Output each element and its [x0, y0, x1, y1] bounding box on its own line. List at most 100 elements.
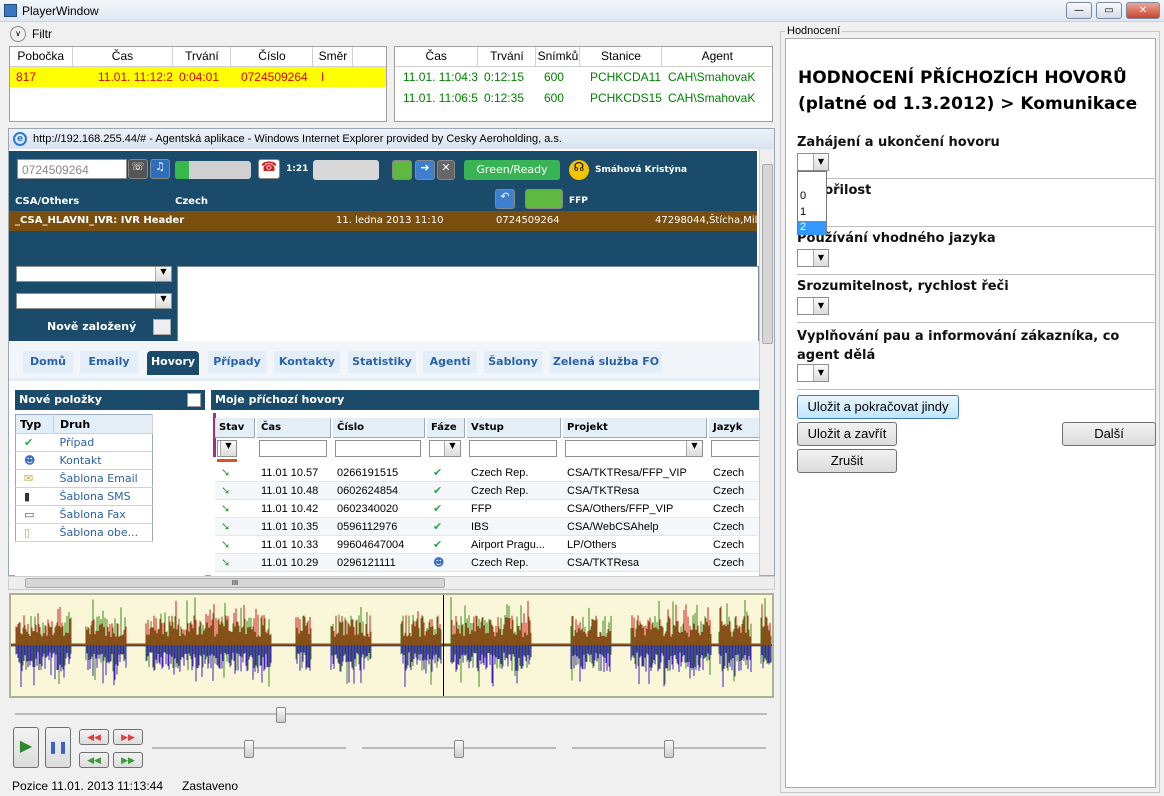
- tab-3[interactable]: Hovory: [147, 351, 199, 375]
- dialpad-button[interactable]: ☏: [128, 159, 148, 179]
- tab-7[interactable]: Agenti: [423, 351, 477, 373]
- slider-thumb[interactable]: [664, 740, 674, 758]
- tab-6[interactable]: Statistiky: [348, 351, 416, 373]
- phone-number-input[interactable]: 0724509264: [17, 159, 127, 179]
- next-button[interactable]: Další: [1062, 422, 1156, 446]
- new-item-link[interactable]: Šablona Fax: [53, 505, 153, 524]
- volume-slider[interactable]: [152, 740, 346, 758]
- balance-slider[interactable]: [572, 740, 766, 758]
- vertical-scrollbar[interactable]: [759, 149, 774, 575]
- column-filter-input[interactable]: [335, 440, 421, 457]
- ivr-bar[interactable]: _CSA_HLAVNI_IVR: IVR Header 11. ledna 20…: [9, 211, 757, 231]
- column-filter-input[interactable]: [711, 440, 759, 457]
- slider-thumb[interactable]: [454, 740, 464, 758]
- cancel-button[interactable]: Zrušit: [797, 449, 897, 473]
- close-call-button[interactable]: ✕: [437, 160, 455, 180]
- column-header[interactable]: Vstup: [467, 418, 561, 438]
- horizontal-scrollbar[interactable]: III: [8, 576, 775, 590]
- column-header[interactable]: Číslo: [230, 47, 314, 67]
- tab-4[interactable]: Případy: [208, 351, 266, 373]
- rewind-red-button[interactable]: ◀◀: [79, 729, 109, 745]
- score-dropdown[interactable]: ▼: [797, 297, 829, 315]
- score-dropdown-list[interactable]: 0 1 2: [797, 171, 827, 235]
- save-close-button[interactable]: Uložit a zavřít: [797, 422, 897, 446]
- scrollbar-thumb[interactable]: III: [25, 578, 445, 588]
- tab-9[interactable]: Zelená služba FO: [550, 351, 662, 373]
- column-filter-input[interactable]: ▼: [565, 440, 703, 457]
- maximize-button[interactable]: ▭: [1096, 2, 1122, 19]
- score-dropdown[interactable]: ▼: [797, 364, 829, 382]
- tab-8[interactable]: Šablony: [484, 351, 542, 373]
- status-filter[interactable]: ▼: [217, 440, 237, 457]
- list-item[interactable]: ✉ Šablona Email: [15, 469, 153, 488]
- column-header[interactable]: Jazyk: [709, 418, 759, 438]
- filter-toggle[interactable]: ∨ Filtr: [10, 25, 90, 43]
- close-button[interactable]: ✕: [1126, 2, 1160, 19]
- dropdown-option[interactable]: 1: [800, 206, 806, 218]
- music-button[interactable]: ♫: [150, 159, 170, 179]
- column-header[interactable]: Trvání: [172, 47, 232, 67]
- column-filter-input[interactable]: [259, 440, 327, 457]
- new-created-checkbox[interactable]: [153, 319, 171, 335]
- new-item-link[interactable]: Šablona Email: [53, 469, 153, 488]
- slider-thumb[interactable]: [276, 707, 286, 723]
- case-dropdown[interactable]: ▼: [16, 266, 172, 282]
- subcase-dropdown[interactable]: ▼: [16, 293, 172, 309]
- waveform[interactable]: [9, 593, 774, 698]
- column-header[interactable]: Směr: [312, 47, 354, 67]
- column-header[interactable]: Pobočka: [10, 47, 73, 67]
- new-item-link[interactable]: Kontakt: [53, 451, 153, 470]
- playhead[interactable]: [443, 595, 444, 696]
- column-header[interactable]: Typ: [15, 414, 54, 434]
- slider-thumb[interactable]: [244, 740, 254, 758]
- play-button[interactable]: ▶: [13, 727, 39, 768]
- transfer-button[interactable]: [392, 160, 412, 180]
- new-item-link[interactable]: Šablona SMS: [53, 487, 153, 506]
- forward-red-button[interactable]: ▶▶: [113, 729, 143, 745]
- list-item[interactable]: ▭ Šablona Fax: [15, 505, 153, 524]
- forward-button[interactable]: ➜: [415, 160, 435, 180]
- new-item-link[interactable]: Případ: [53, 433, 153, 452]
- column-filter-input[interactable]: ▼: [429, 440, 461, 457]
- list-item[interactable]: ▮ Šablona SMS: [15, 487, 153, 506]
- column-header[interactable]: Snímků: [535, 47, 581, 67]
- list-item[interactable]: ✔ Případ: [15, 433, 153, 452]
- hangup-icon[interactable]: ☎: [258, 159, 280, 179]
- tab-5[interactable]: Kontakty: [274, 351, 340, 373]
- minimize-panel-icon[interactable]: [187, 393, 201, 407]
- list-item[interactable]: ▯ Šablona obe...: [15, 523, 153, 542]
- column-header[interactable]: Čas: [257, 418, 331, 438]
- dropdown-option-selected[interactable]: 2: [798, 221, 826, 235]
- column-header[interactable]: Agent: [661, 47, 772, 67]
- table-row[interactable]: 11.01. 11:04:3 0:12:15 600 PCHKCDA11 CAH…: [395, 66, 772, 87]
- tab-1[interactable]: Domů: [23, 351, 73, 373]
- column-header[interactable]: Stav: [215, 418, 255, 438]
- new-item-link[interactable]: Šablona obe...: [53, 523, 153, 542]
- score-dropdown[interactable]: ▼: [797, 249, 829, 267]
- save-continue-button[interactable]: Uložit a pokračovat jindy: [797, 395, 959, 419]
- list-item[interactable]: ☻ Kontakt: [15, 451, 153, 470]
- tab-2[interactable]: Emaily: [80, 351, 138, 373]
- rewind-green-button[interactable]: ◀◀: [79, 752, 109, 768]
- scrollbar-thumb[interactable]: [762, 164, 773, 344]
- minimize-button[interactable]: —: [1066, 2, 1092, 19]
- dropdown-option[interactable]: 0: [800, 190, 806, 202]
- pause-button[interactable]: ❚❚: [45, 727, 71, 768]
- back-button[interactable]: ↶: [495, 189, 515, 209]
- column-header[interactable]: Stanice: [579, 47, 663, 67]
- column-header[interactable]: Trvání: [477, 47, 537, 67]
- notes-area[interactable]: [177, 266, 759, 342]
- column-header[interactable]: Číslo: [333, 418, 425, 438]
- column-header[interactable]: Fáze: [427, 418, 465, 438]
- forward-green-button[interactable]: ▶▶: [113, 752, 143, 768]
- table-row[interactable]: 11.01. 11:06:5 0:12:35 600 PCHKCDS15 CAH…: [395, 87, 772, 108]
- score-dropdown[interactable]: ▼: [797, 153, 829, 171]
- column-header[interactable]: Čas: [395, 47, 479, 67]
- status-button[interactable]: Green/Ready: [464, 160, 560, 180]
- column-filter-input[interactable]: [469, 440, 557, 457]
- agent-transfer-button[interactable]: [525, 189, 563, 209]
- position-slider[interactable]: [15, 707, 767, 723]
- column-header[interactable]: Druh: [53, 414, 153, 434]
- speed-slider[interactable]: [362, 740, 556, 758]
- table-row[interactable]: 817 11.01. 11:12:2 0:04:01 0724509264 I: [10, 66, 386, 87]
